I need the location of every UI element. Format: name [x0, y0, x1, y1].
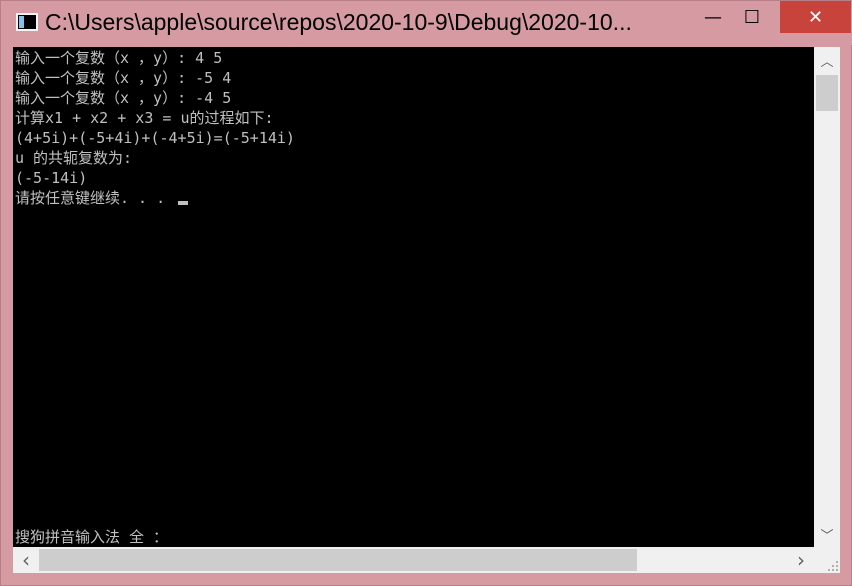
title-bar[interactable]: C:\Users\apple\source\repos\2020-10-9\De…	[1, 1, 852, 45]
ime-status-bar[interactable]: 搜狗拼音输入法 全 ：	[15, 527, 168, 547]
console-app-icon[interactable]	[16, 13, 38, 31]
window-title: C:\Users\apple\source\repos\2020-10-9\De…	[45, 9, 632, 35]
scroll-left-arrow-icon[interactable]: ‹	[13, 547, 39, 573]
prompt-line: 请按任意键继续. . .	[15, 188, 189, 208]
console-output[interactable]: 输入一个复数（x ，y）: 4 5 输入一个复数（x ，y）: -5 4 输入一…	[13, 47, 814, 547]
console-line: 输入一个复数（x ，y）: -5 4	[15, 69, 232, 87]
maximize-button[interactable]: ☐	[728, 1, 776, 33]
continue-prompt: 请按任意键继续. . .	[15, 189, 175, 207]
console-line: u 的共轭复数为:	[15, 149, 133, 167]
vertical-scroll-thumb[interactable]	[816, 75, 838, 111]
console-window: C:\Users\apple\source\repos\2020-10-9\De…	[0, 0, 852, 586]
text-cursor	[178, 201, 189, 205]
horizontal-scrollbar[interactable]: ‹ ›	[13, 547, 814, 573]
scroll-right-arrow-icon[interactable]: ›	[788, 547, 814, 573]
scroll-down-arrow-icon[interactable]: ﹀	[814, 521, 840, 547]
resize-grip[interactable]	[814, 547, 840, 573]
console-line: (4+5i)+(-5+4i)+(-4+5i)=(-5+14i)	[15, 129, 295, 147]
console-line: (-5-14i)	[15, 169, 88, 187]
console-line: 计算x1 + x2 + x3 = u的过程如下:	[15, 109, 274, 127]
vertical-scrollbar[interactable]: ︿ ﹀	[814, 47, 840, 547]
close-button[interactable]: ✕	[780, 1, 851, 33]
horizontal-scroll-thumb[interactable]	[39, 549, 637, 571]
console-line: 输入一个复数（x ，y）: 4 5	[15, 49, 223, 67]
console-line: 输入一个复数（x ，y）: -4 5	[15, 89, 232, 107]
scroll-up-arrow-icon[interactable]: ︿	[814, 47, 840, 73]
resize-grip-icon	[826, 559, 838, 571]
